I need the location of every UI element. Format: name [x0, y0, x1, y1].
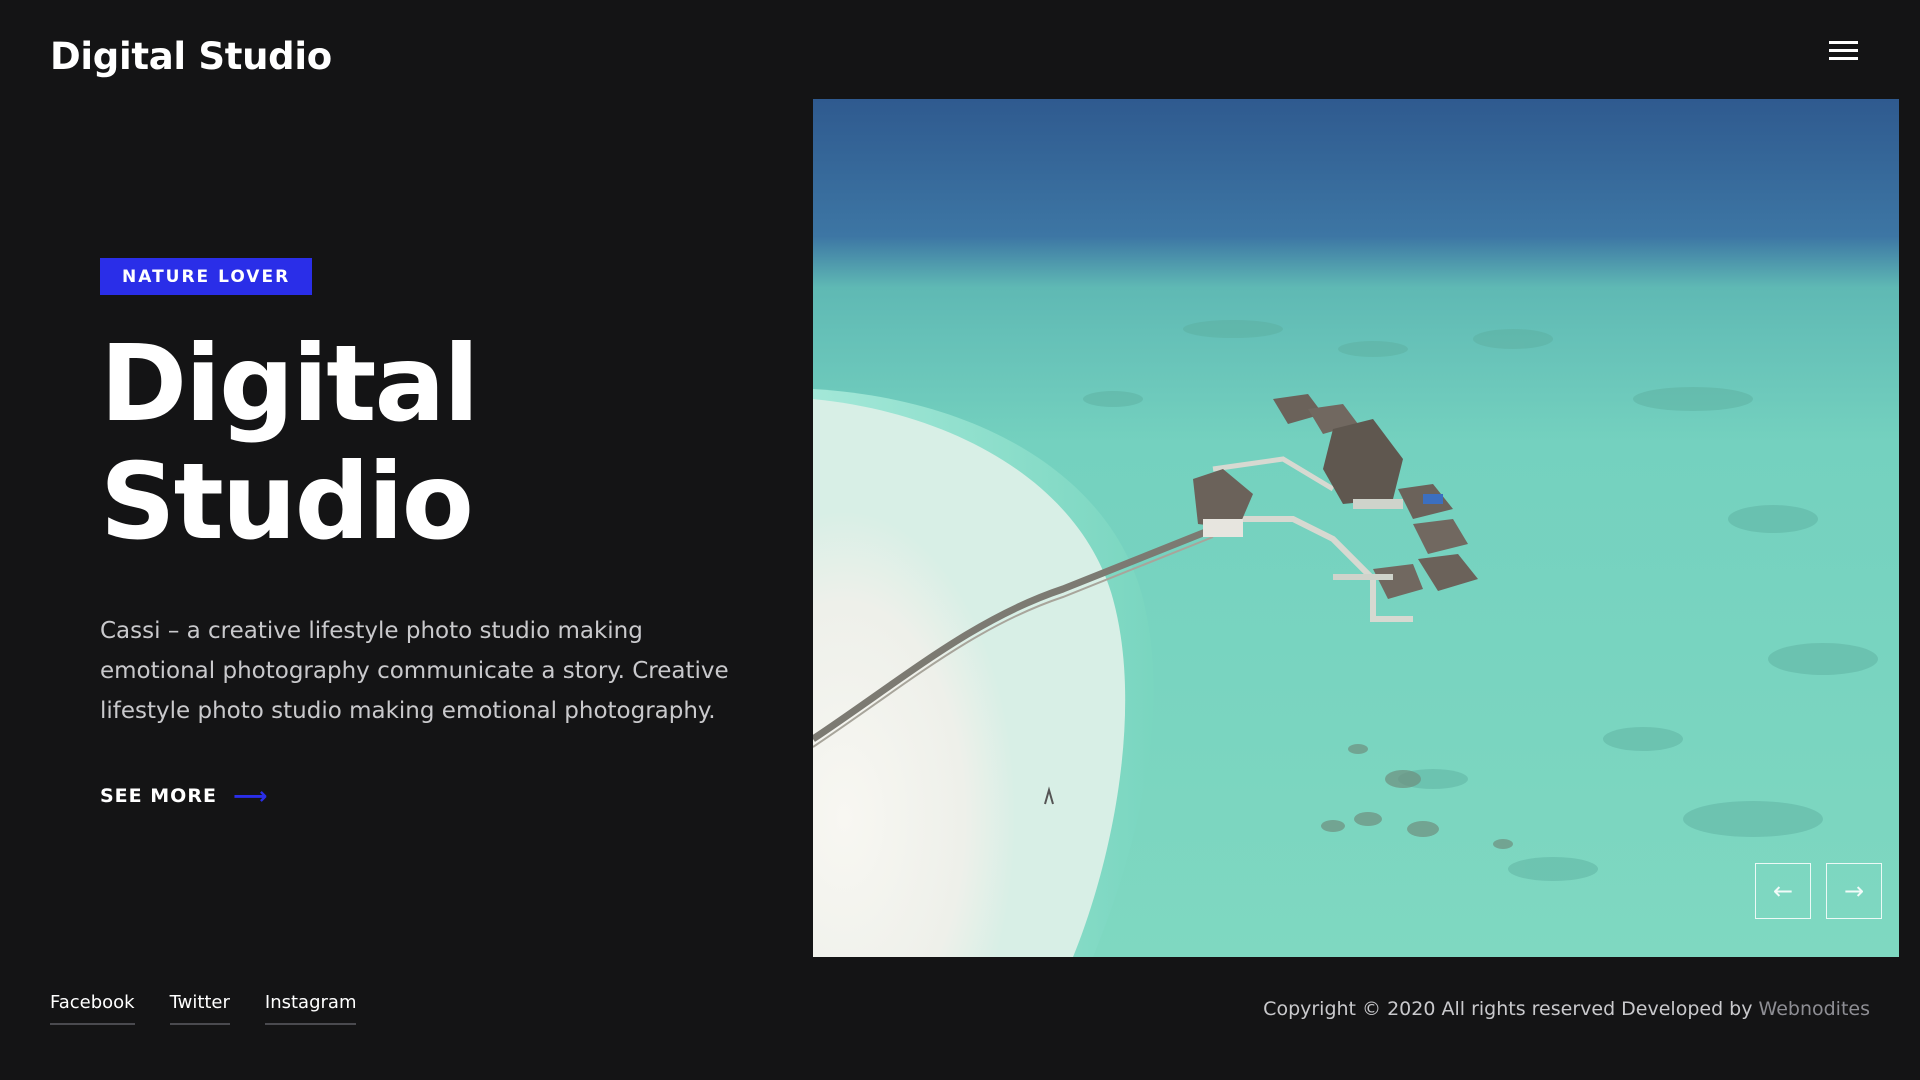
hero-text: NATURE LOVER Digital Studio Cassi – a cr… [100, 258, 740, 810]
copyright: Copyright © 2020 All rights reserved Dev… [1263, 998, 1870, 1020]
slider-prev-button[interactable]: ← [1755, 863, 1811, 919]
arrow-right-icon: → [1843, 877, 1865, 905]
developer-link[interactable]: Webnodites [1759, 998, 1870, 1020]
arrow-right-icon: ⟶ [232, 782, 269, 810]
hero-heading: Digital Studio [100, 325, 740, 561]
category-tag: NATURE LOVER [100, 258, 313, 295]
site-title[interactable]: Digital Studio [50, 34, 332, 80]
hero-description: Cassi – a creative lifestyle photo studi… [100, 618, 729, 724]
copyright-text: Copyright © 2020 All rights reserved Dev… [1263, 998, 1759, 1020]
hero-heading-line2: Studio [100, 441, 474, 563]
twitter-link[interactable]: Twitter [169, 992, 230, 1025]
see-more-link[interactable]: SEE MORE ⟶ [100, 782, 270, 810]
hamburger-menu-icon[interactable] [1826, 36, 1862, 66]
hero-slider-image: ← → [813, 99, 1899, 957]
instagram-link[interactable]: Instagram [264, 992, 357, 1025]
facebook-link[interactable]: Facebook [50, 992, 135, 1025]
see-more-label: SEE MORE [100, 785, 217, 807]
aerial-overwater-villas-photo [813, 99, 1899, 957]
hero-heading-line1: Digital [100, 323, 479, 445]
slider-next-button[interactable]: → [1826, 863, 1882, 919]
arrow-left-icon: ← [1772, 877, 1794, 905]
page: Digital Studio NATURE LOVER Digital Stud… [0, 0, 1920, 1080]
social-links: Facebook Twitter Instagram [50, 992, 391, 1025]
